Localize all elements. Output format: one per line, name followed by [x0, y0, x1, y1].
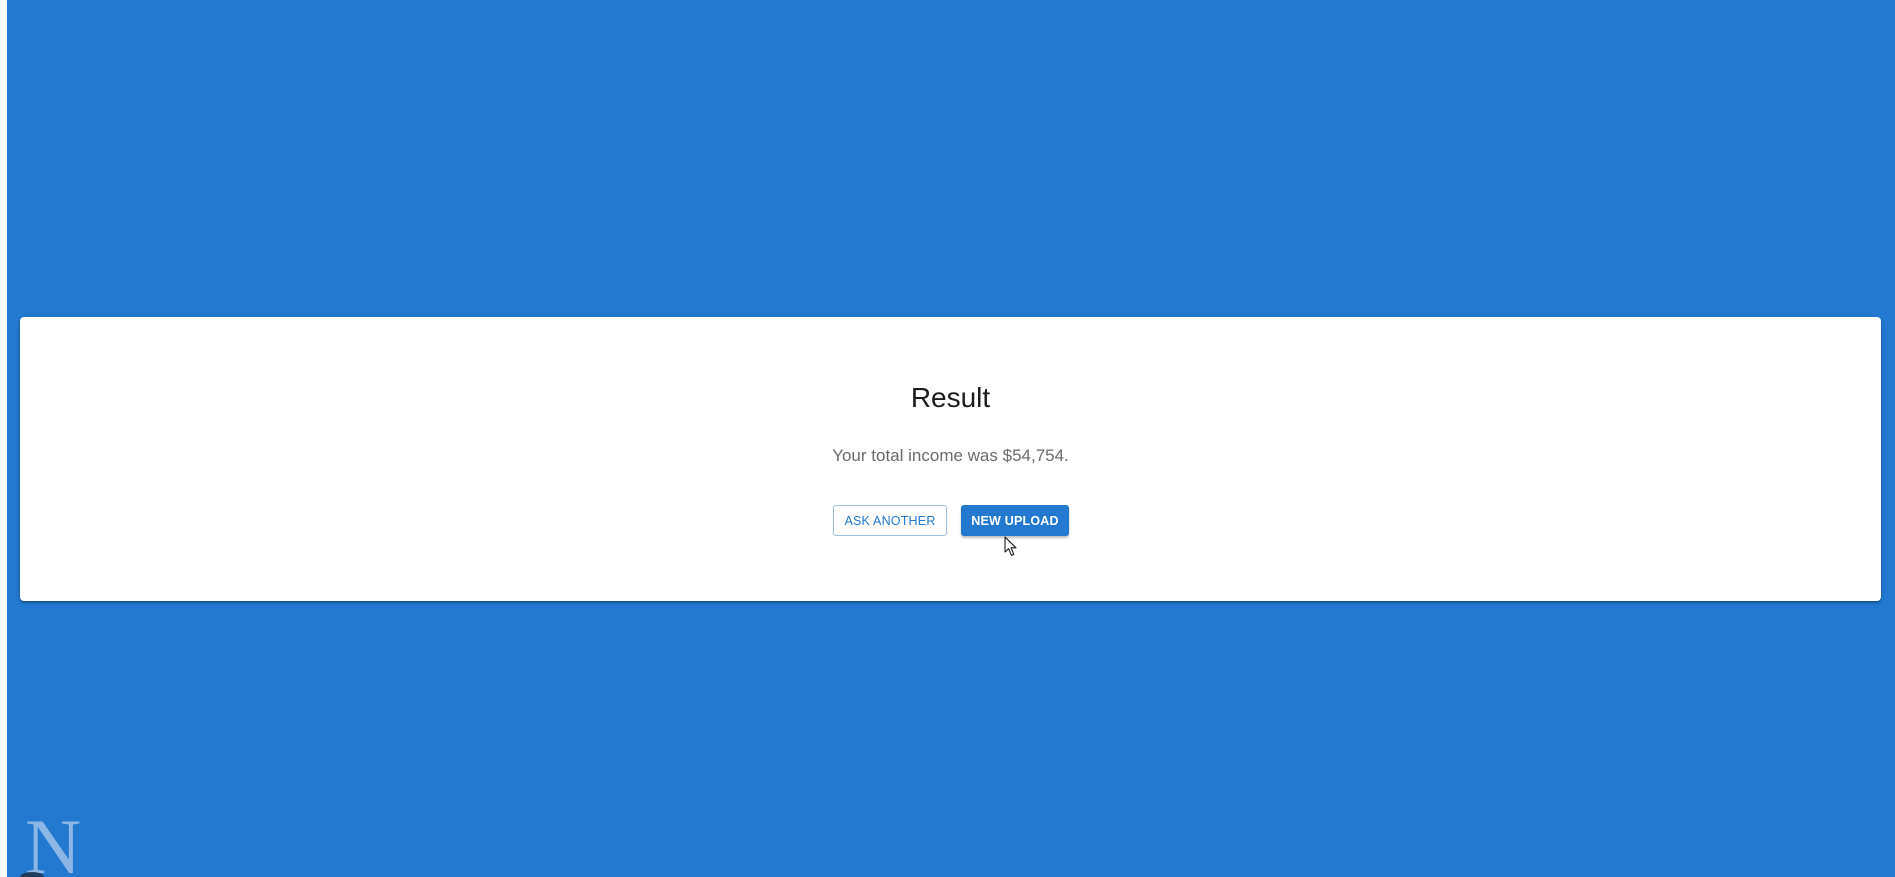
result-card: Result Your total income was $54,754. AS… [20, 317, 1881, 601]
brand-logo-icon: N [20, 808, 81, 877]
result-message: Your total income was $54,754. [832, 446, 1069, 465]
logo-letter: N [25, 808, 81, 877]
result-actions: ASK ANOTHER NEW UPLOAD [20, 505, 1881, 536]
mouse-pointer-icon [1004, 536, 1017, 556]
ask-another-button[interactable]: ASK ANOTHER [833, 505, 947, 536]
result-title: Result [910, 382, 991, 413]
new-upload-button[interactable]: NEW UPLOAD [961, 505, 1069, 536]
